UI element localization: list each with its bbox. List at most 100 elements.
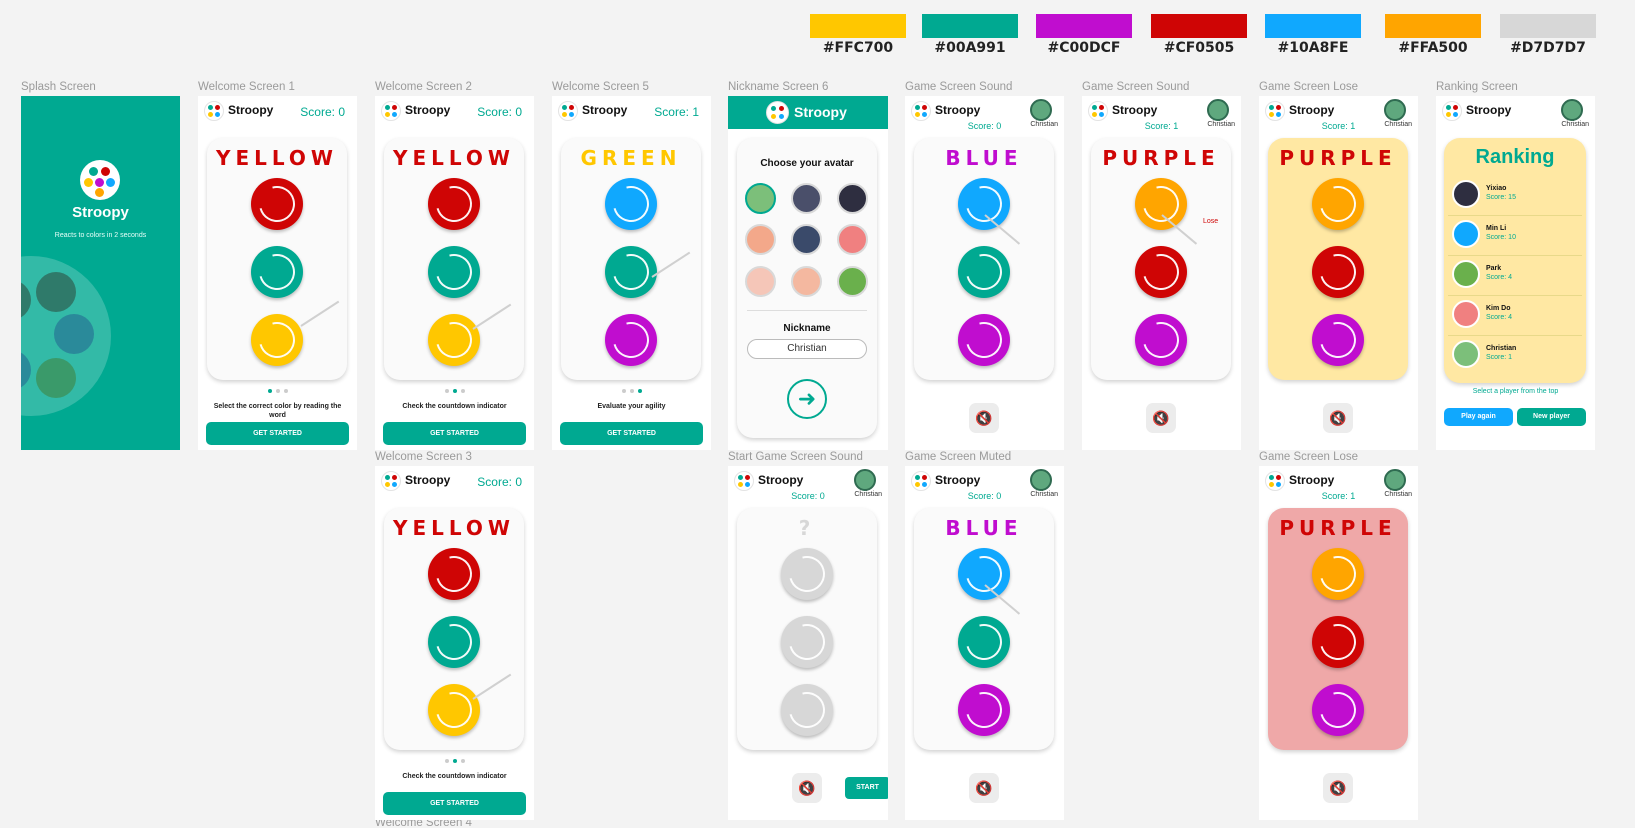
avatar-cactus[interactable] [791, 266, 822, 297]
avatar-girl[interactable] [745, 266, 776, 297]
color-button-red[interactable] [1312, 246, 1364, 298]
play-again-button[interactable]: Play again [1444, 408, 1513, 426]
sound-toggle-button[interactable]: 🔇 [1323, 773, 1353, 803]
get-started-button[interactable]: GET STARTED [383, 792, 526, 815]
get-started-button[interactable]: GET STARTED [206, 422, 349, 445]
header: Stroopy Christian Score: 1 [1259, 466, 1418, 501]
app-logo-icon [381, 471, 401, 491]
avatar-sheep[interactable] [791, 224, 822, 255]
ranking-row[interactable]: Yixiao Score: 15 [1448, 176, 1582, 216]
sound-toggle-button[interactable]: 🔇 [1146, 403, 1176, 433]
color-button-purple[interactable] [958, 684, 1010, 736]
color-button-orange[interactable] [1312, 178, 1364, 230]
page-dots [198, 389, 357, 393]
welcome-screen-3: Stroopy Score: 0 YELLOW Check the countd… [375, 466, 534, 820]
color-word: GREEN [580, 146, 682, 170]
sound-toggle-button[interactable]: 🔇 [969, 403, 999, 433]
sound-toggle-button[interactable]: 🔇 [792, 773, 822, 803]
ranking-row[interactable]: Kim Do Score: 4 [1448, 296, 1582, 336]
color-word: PURPLE [1102, 146, 1220, 170]
header: Stroopy Christian Score: 1 [1082, 96, 1241, 131]
color-button-purple[interactable] [1135, 314, 1187, 366]
color-button-purple[interactable] [958, 314, 1010, 366]
sound-toggle-button[interactable]: 🔇 [1323, 403, 1353, 433]
app-name: Stroopy [582, 103, 628, 117]
avatar-astronaut[interactable] [745, 224, 776, 255]
color-button-purple[interactable] [1312, 684, 1364, 736]
color-button-red[interactable] [428, 548, 480, 600]
ranking-row[interactable]: Park Score: 4 [1448, 256, 1582, 296]
player-avatar [1384, 469, 1406, 491]
sound-toggle-button[interactable]: 🔇 [969, 773, 999, 803]
color-button-yellow[interactable] [428, 684, 480, 736]
player-avatar [854, 469, 876, 491]
color-button-blue[interactable] [958, 548, 1010, 600]
score: Score: 0 [791, 491, 825, 501]
player-score: Score: 4 [1486, 314, 1513, 321]
avatar-robot[interactable] [791, 183, 822, 214]
player-avatar [1452, 260, 1480, 288]
color-button-green[interactable] [958, 616, 1010, 668]
player-name: Park [1486, 265, 1502, 272]
color-button-red[interactable] [1135, 246, 1187, 298]
player-name: Kim Do [1486, 305, 1511, 312]
avatar-monster[interactable] [837, 224, 868, 255]
player-avatar [1384, 99, 1406, 121]
caption: Select the correct color by reading the … [213, 403, 342, 419]
color-button-blue[interactable] [605, 178, 657, 230]
app-logo-icon [766, 101, 789, 124]
avatar-avocado[interactable] [745, 183, 776, 214]
get-started-button[interactable]: GET STARTED [560, 422, 703, 445]
start-button[interactable]: START [845, 777, 888, 799]
ranking-row[interactable]: Min Li Score: 10 [1448, 216, 1582, 256]
speaker-muted-icon: 🔇 [798, 780, 816, 796]
game-card: YELLOW [384, 508, 524, 750]
app-logo-icon [911, 101, 931, 121]
color-word: YELLOW [393, 146, 515, 170]
frame-label: Game Screen Sound [1082, 81, 1190, 93]
nickname-input[interactable]: Christian [747, 339, 867, 359]
color-button-red[interactable] [251, 178, 303, 230]
swatch-gray: #D7D7D7 [1500, 14, 1596, 56]
avatar-ninja[interactable] [837, 183, 868, 214]
ranking-row[interactable]: Christian Score: 1 [1448, 336, 1582, 376]
color-button-green[interactable] [251, 246, 303, 298]
color-button-green[interactable] [428, 616, 480, 668]
color-button-yellow[interactable] [428, 314, 480, 366]
speaker-muted-icon: 🔇 [1329, 410, 1347, 426]
color-button-blue[interactable] [958, 178, 1010, 230]
frame-label: Ranking Screen [1436, 81, 1518, 93]
color-word: YELLOW [216, 146, 338, 170]
new-player-button[interactable]: New player [1517, 408, 1586, 426]
color-button-orange[interactable] [1312, 548, 1364, 600]
color-button-green[interactable] [605, 246, 657, 298]
app-logo-icon [558, 101, 578, 121]
score: Score: 1 [1144, 121, 1179, 131]
color-button-orange[interactable] [1135, 178, 1187, 230]
page-dots [375, 759, 534, 763]
color-word: PURPLE [1279, 146, 1397, 170]
frame-label: Game Screen Muted [905, 451, 1012, 463]
swatch-orange: #FFA500 [1385, 14, 1481, 56]
get-started-button[interactable]: GET STARTED [383, 422, 526, 445]
color-button-green[interactable] [428, 246, 480, 298]
app-name: Stroopy [935, 103, 981, 117]
color-button-red[interactable] [1312, 616, 1364, 668]
score: Score: 0 [967, 121, 1002, 131]
color-button-yellow[interactable] [251, 314, 303, 366]
avatar-zombie[interactable] [837, 266, 868, 297]
score: Score: 0 [300, 105, 345, 119]
color-button-red[interactable] [428, 178, 480, 230]
swatch-green: #00A991 [922, 14, 1018, 56]
score: Score: 0 [477, 475, 522, 489]
next-arrow-button[interactable]: ➜ [787, 379, 827, 419]
color-button-disabled [781, 548, 833, 600]
game-screen-sound-2: Stroopy Christian Score: 1 PURPLE Lose 🔇 [1082, 96, 1241, 450]
welcome-screen-1: Stroopy Score: 0 YELLOW Select the corre… [198, 96, 357, 450]
color-button-green[interactable] [958, 246, 1010, 298]
splash-tagline: Reacts to colors in 2 seconds [54, 232, 147, 239]
select-player-hint: Select a player from the top [1472, 388, 1559, 395]
color-button-purple[interactable] [1312, 314, 1364, 366]
color-button-purple[interactable] [605, 314, 657, 366]
frame-label: Nickname Screen 6 [728, 81, 829, 93]
